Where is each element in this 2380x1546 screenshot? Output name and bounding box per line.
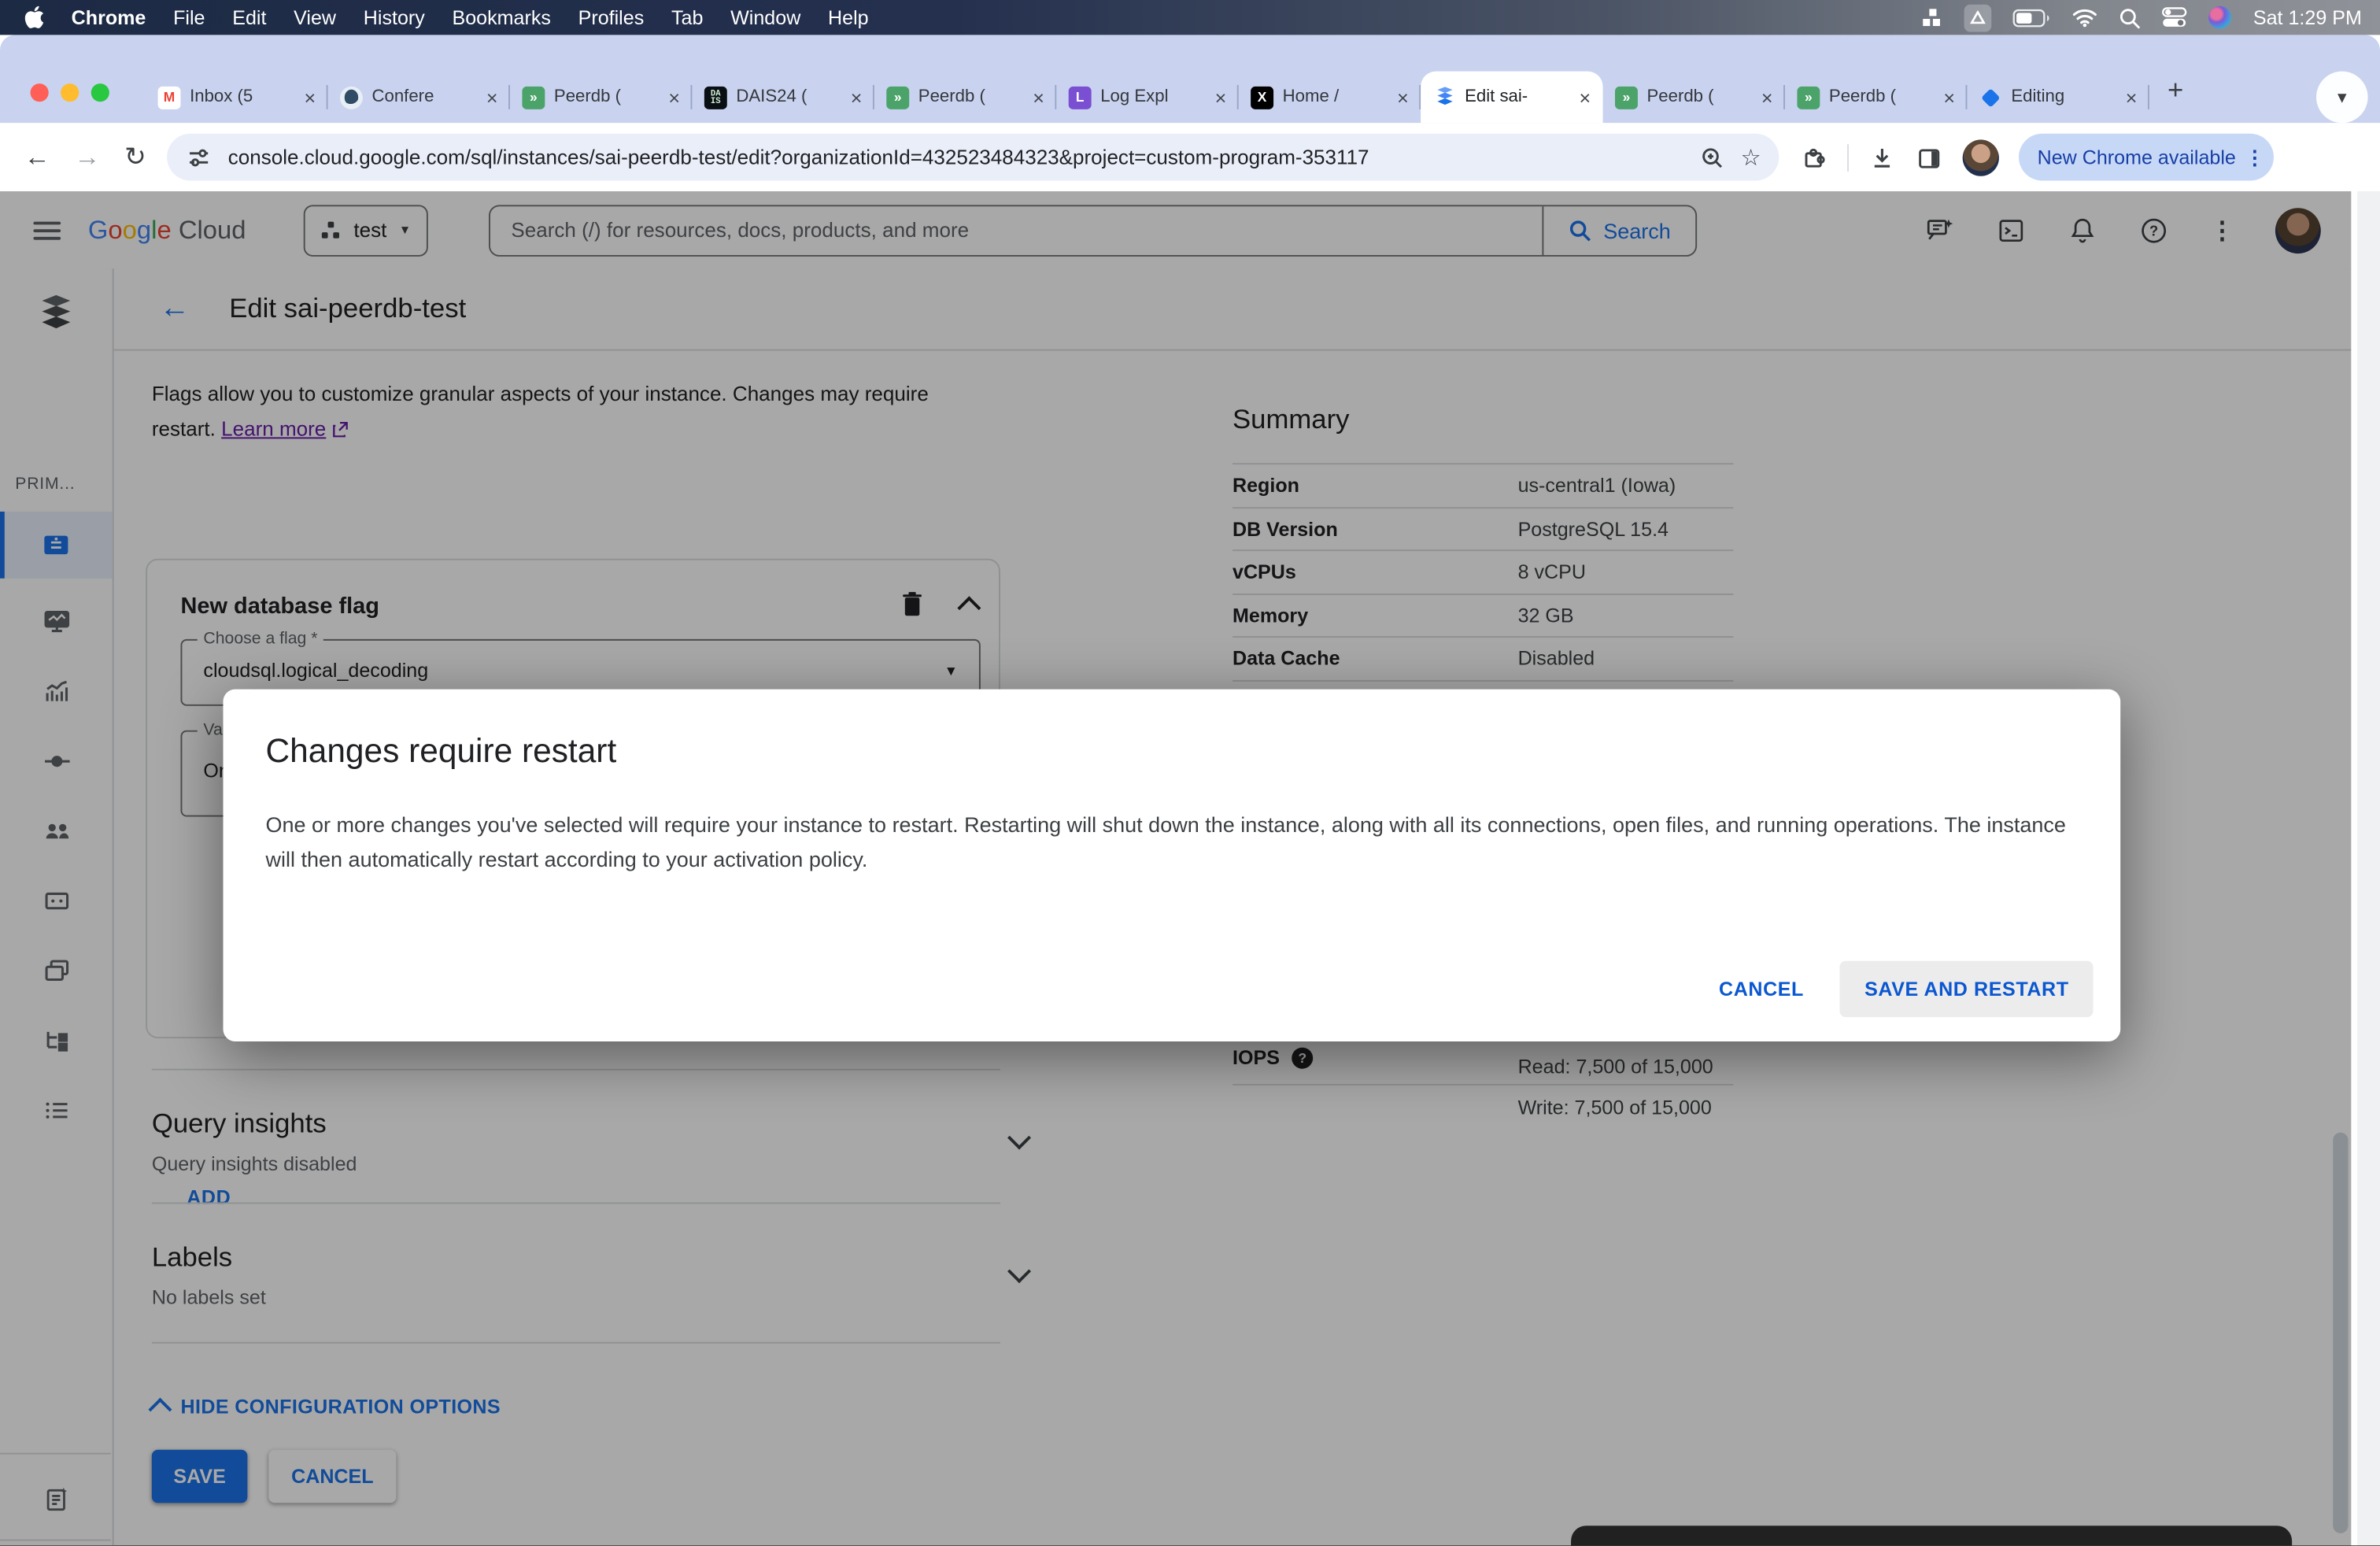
- siri-icon[interactable]: [2208, 6, 2232, 29]
- toolbar-divider: [1847, 143, 1850, 171]
- battery-icon: [2013, 8, 2051, 27]
- tab-conference[interactable]: Confere ×: [328, 72, 510, 124]
- extensions-icon[interactable]: [1801, 143, 1828, 171]
- side-panel-icon[interactable]: [1916, 143, 1943, 171]
- macos-menubar: Chrome File Edit View History Bookmarks …: [0, 0, 2380, 35]
- browser-toolbar: ← → ↻ console.cloud.google.com/sql/insta…: [0, 123, 2380, 191]
- tab-editing[interactable]: Editing ×: [1967, 72, 2149, 124]
- tune-icon[interactable]: [186, 143, 213, 171]
- menubar-item-bookmarks[interactable]: Bookmarks: [453, 6, 551, 29]
- tab-peerdb-1[interactable]: » Peerdb (×: [510, 72, 693, 124]
- dialog-save-and-restart-button[interactable]: SAVE AND RESTART: [1840, 960, 2094, 1018]
- menubar-item-edit[interactable]: Edit: [232, 6, 266, 29]
- url-text[interactable]: console.cloud.google.com/sql/instances/s…: [228, 146, 1683, 168]
- maximize-window-button[interactable]: [91, 83, 109, 103]
- browser-scrollbar-track[interactable]: [2357, 190, 2380, 1546]
- cloudsql-icon: [1433, 86, 1456, 109]
- browser-profile-avatar[interactable]: [1963, 139, 2000, 176]
- peerdb-icon: »: [1797, 85, 1820, 109]
- peerdb-icon: »: [1614, 85, 1638, 109]
- window-controls: [30, 83, 109, 103]
- menubar-item-view[interactable]: View: [294, 6, 336, 29]
- tab-close-icon[interactable]: ×: [1215, 86, 1227, 109]
- tab-close-icon[interactable]: ×: [304, 86, 316, 109]
- close-window-button[interactable]: [30, 83, 49, 103]
- dialog-title: Changes require restart: [265, 731, 617, 770]
- tab-close-icon[interactable]: ×: [1943, 86, 1955, 109]
- tab-close-icon[interactable]: ×: [1579, 86, 1591, 109]
- browser-menu-icon[interactable]: ⋮: [2245, 145, 2264, 169]
- editing-doc-icon: [1979, 86, 2002, 109]
- x-icon: X: [1251, 85, 1274, 109]
- zoom-icon[interactable]: [1698, 143, 1726, 171]
- dialog-body: One or more changes you've selected will…: [265, 812, 2066, 871]
- dais-icon: DA IS: [704, 85, 727, 109]
- tab-search-chevron[interactable]: ▾: [2315, 71, 2368, 124]
- tab-close-icon[interactable]: ×: [668, 86, 680, 109]
- spotlight-icon[interactable]: [2119, 7, 2141, 28]
- app-triangle-icon[interactable]: [1964, 3, 1993, 31]
- restart-dialog: Changes require restart One or more chan…: [223, 689, 2121, 1041]
- bookmark-star-icon[interactable]: ☆: [1741, 143, 1761, 171]
- tab-inbox[interactable]: M Inbox (5 ×: [146, 72, 328, 124]
- tab-peerdb-2[interactable]: » Peerdb (×: [874, 72, 1057, 124]
- new-chrome-button[interactable]: New Chrome available ⋮: [2019, 133, 2275, 181]
- dock-bar: [1571, 1526, 2293, 1546]
- menubar-clock[interactable]: Sat 1:29 PM: [2253, 6, 2362, 29]
- gmail-icon: M: [157, 85, 181, 109]
- reload-icon[interactable]: ↻: [124, 142, 146, 172]
- back-icon[interactable]: ←: [24, 142, 50, 172]
- tab-dais24[interactable]: DA IS DAIS24 (×: [692, 72, 874, 124]
- dialog-cancel-button[interactable]: CANCEL: [1698, 963, 1825, 1016]
- menubar-item-history[interactable]: History: [364, 6, 425, 29]
- control-center-icon[interactable]: [2162, 6, 2188, 29]
- tab-edit-sai-active[interactable]: Edit sai- ×: [1421, 71, 1603, 124]
- minimize-window-button[interactable]: [61, 83, 79, 103]
- peerdb-icon: »: [522, 85, 545, 109]
- menubar-item-file[interactable]: File: [173, 6, 205, 29]
- tab-log-explorer[interactable]: L Log Expl ×: [1056, 72, 1239, 124]
- new-tab-button[interactable]: +: [2168, 74, 2183, 105]
- menubar-item-help[interactable]: Help: [828, 6, 869, 29]
- address-bar[interactable]: console.cloud.google.com/sql/instances/s…: [167, 133, 1779, 181]
- tab-strip: M Inbox (5 × Confere × » Peerdb (× DA IS DA…: [0, 35, 2380, 124]
- menubar-item-tab[interactable]: Tab: [671, 6, 703, 29]
- page-scrollbar-thumb[interactable]: [2333, 1132, 2349, 1533]
- tab-peerdb-3[interactable]: » Peerdb (×: [1603, 72, 1785, 124]
- logs-icon: L: [1068, 85, 1092, 109]
- tab-close-icon[interactable]: ×: [1761, 86, 1773, 109]
- scrollbar-gap: [2351, 190, 2358, 1546]
- tab-peerdb-4[interactable]: » Peerdb (×: [1785, 72, 1968, 124]
- menubar-item-profiles[interactable]: Profiles: [578, 6, 645, 29]
- tab-close-icon[interactable]: ×: [2126, 86, 2138, 109]
- screen: Chrome File Edit View History Bookmarks …: [0, 0, 2380, 1546]
- tab-x-home[interactable]: X Home / ×: [1239, 72, 1421, 124]
- menubar-item-window[interactable]: Window: [730, 6, 800, 29]
- menubar-item-chrome[interactable]: Chrome: [72, 6, 146, 29]
- postgres-icon: [339, 85, 363, 109]
- peerdb-icon: »: [886, 85, 910, 109]
- window-manager-icon[interactable]: [1921, 6, 1944, 29]
- tab-close-icon[interactable]: ×: [1033, 86, 1044, 109]
- tab-close-icon[interactable]: ×: [1397, 86, 1409, 109]
- download-icon[interactable]: [1869, 143, 1897, 171]
- tab-close-icon[interactable]: ×: [486, 86, 498, 109]
- apple-menu-icon[interactable]: [24, 6, 44, 29]
- wifi-icon[interactable]: [2072, 8, 2098, 28]
- tab-close-icon[interactable]: ×: [851, 86, 863, 109]
- forward-icon[interactable]: →: [74, 142, 100, 172]
